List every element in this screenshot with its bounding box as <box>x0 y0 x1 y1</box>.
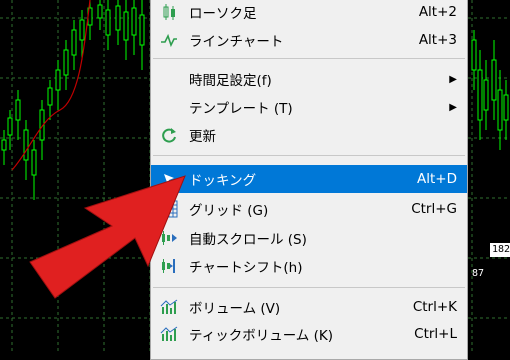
red-arrow-annotation <box>29 175 186 299</box>
